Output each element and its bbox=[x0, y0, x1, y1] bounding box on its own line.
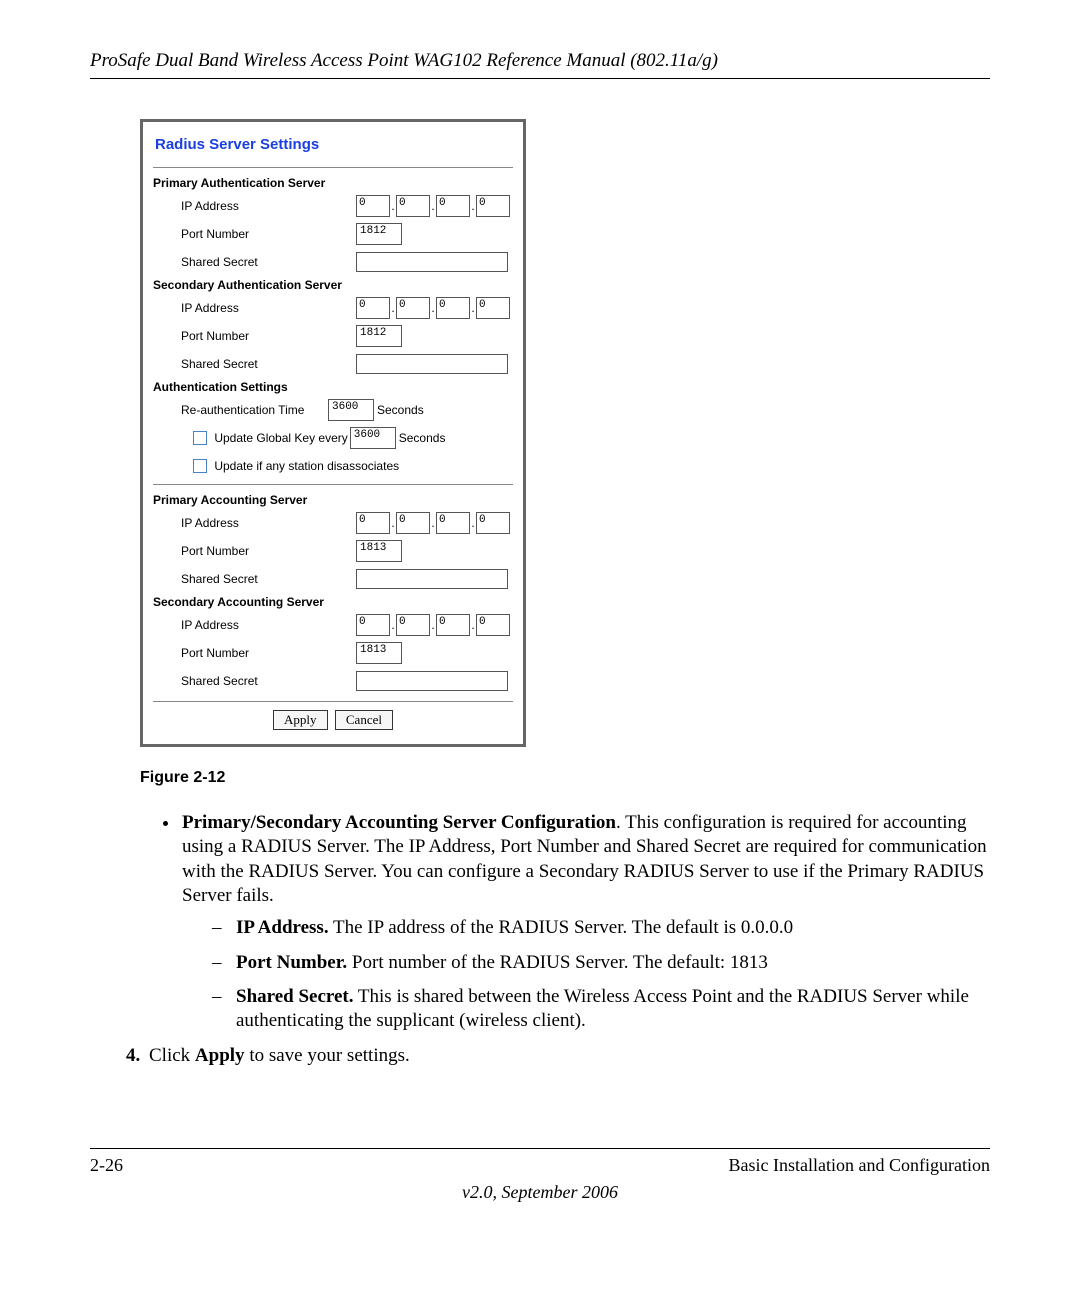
update-global-key-checkbox[interactable] bbox=[193, 431, 207, 445]
primary-acct-port-input[interactable]: 1813 bbox=[356, 540, 402, 562]
reauth-seconds-label: Seconds bbox=[377, 403, 424, 417]
update-disassoc-label: Update if any station disassociates bbox=[214, 459, 399, 473]
primary-acct-ip-octet-3[interactable]: 0 bbox=[436, 512, 470, 534]
cancel-button[interactable]: Cancel bbox=[335, 710, 393, 730]
secondary-auth-secret-input[interactable] bbox=[356, 354, 508, 374]
bullet-accounting-config: Primary/Secondary Accounting Server Conf… bbox=[180, 811, 990, 1034]
reauth-time-label: Re-authentication Time bbox=[181, 403, 328, 417]
secondary-acct-ip-octet-4[interactable]: 0 bbox=[476, 614, 510, 636]
primary-auth-heading: Primary Authentication Server bbox=[153, 176, 513, 190]
secondary-acct-secret-label: Shared Secret bbox=[153, 674, 356, 688]
secondary-auth-ip-octet-2[interactable]: 0 bbox=[396, 297, 430, 319]
sub-bullet-ip-address: IP Address. The IP address of the RADIUS… bbox=[212, 916, 990, 940]
secondary-auth-ip-label: IP Address bbox=[153, 301, 356, 315]
primary-acct-port-label: Port Number bbox=[153, 544, 356, 558]
step-4: Click Apply to save your settings. bbox=[145, 1044, 990, 1068]
panel-title: Radius Server Settings bbox=[155, 136, 513, 153]
primary-auth-ip-label: IP Address bbox=[153, 199, 356, 213]
secondary-auth-port-input[interactable]: 1812 bbox=[356, 325, 402, 347]
primary-auth-secret-input[interactable] bbox=[356, 252, 508, 272]
primary-acct-ip-label: IP Address bbox=[153, 516, 356, 530]
secondary-auth-ip-octet-3[interactable]: 0 bbox=[436, 297, 470, 319]
figure-caption: Figure 2-12 bbox=[140, 769, 990, 787]
primary-auth-port-label: Port Number bbox=[153, 227, 356, 241]
primary-acct-heading: Primary Accounting Server bbox=[153, 493, 513, 507]
secondary-auth-secret-label: Shared Secret bbox=[153, 357, 356, 371]
reauth-time-input[interactable]: 3600 bbox=[328, 399, 374, 421]
secondary-auth-ip-octet-4[interactable]: 0 bbox=[476, 297, 510, 319]
footer-version: v2.0, September 2006 bbox=[90, 1182, 990, 1203]
secondary-acct-secret-input[interactable] bbox=[356, 671, 508, 691]
primary-auth-secret-label: Shared Secret bbox=[153, 255, 356, 269]
secondary-acct-port-input[interactable]: 1813 bbox=[356, 642, 402, 664]
primary-auth-ip-octet-4[interactable]: 0 bbox=[476, 195, 510, 217]
secondary-auth-port-label: Port Number bbox=[153, 329, 356, 343]
update-global-key-seconds: Seconds bbox=[399, 431, 446, 445]
auth-settings-heading: Authentication Settings bbox=[153, 380, 513, 394]
radius-settings-panel: Radius Server Settings Primary Authentic… bbox=[140, 119, 526, 747]
primary-acct-secret-label: Shared Secret bbox=[153, 572, 356, 586]
secondary-acct-heading: Secondary Accounting Server bbox=[153, 595, 513, 609]
apply-button[interactable]: Apply bbox=[273, 710, 328, 730]
primary-auth-ip-octet-2[interactable]: 0 bbox=[396, 195, 430, 217]
update-global-key-input[interactable]: 3600 bbox=[350, 427, 396, 449]
page-header: ProSafe Dual Band Wireless Access Point … bbox=[90, 50, 990, 79]
primary-auth-ip-octet-1[interactable]: 0 bbox=[356, 195, 390, 217]
primary-auth-port-input[interactable]: 1812 bbox=[356, 223, 402, 245]
primary-acct-ip-octet-1[interactable]: 0 bbox=[356, 512, 390, 534]
primary-acct-ip-octet-4[interactable]: 0 bbox=[476, 512, 510, 534]
sub-bullet-shared-secret: Shared Secret. This is shared between th… bbox=[212, 985, 990, 1034]
primary-auth-ip-octet-3[interactable]: 0 bbox=[436, 195, 470, 217]
primary-acct-ip-octet-2[interactable]: 0 bbox=[396, 512, 430, 534]
page-footer: 2-26 Basic Installation and Configuratio… bbox=[90, 1148, 990, 1203]
update-global-key-label: Update Global Key every bbox=[214, 431, 347, 445]
secondary-acct-ip-octet-3[interactable]: 0 bbox=[436, 614, 470, 636]
secondary-acct-port-label: Port Number bbox=[153, 646, 356, 660]
update-disassoc-checkbox[interactable] bbox=[193, 459, 207, 473]
footer-page-number: 2-26 bbox=[90, 1155, 123, 1176]
secondary-acct-ip-octet-1[interactable]: 0 bbox=[356, 614, 390, 636]
secondary-auth-ip-octet-1[interactable]: 0 bbox=[356, 297, 390, 319]
primary-acct-secret-input[interactable] bbox=[356, 569, 508, 589]
secondary-acct-ip-octet-2[interactable]: 0 bbox=[396, 614, 430, 636]
footer-section: Basic Installation and Configuration bbox=[729, 1155, 990, 1176]
secondary-acct-ip-label: IP Address bbox=[153, 618, 356, 632]
sub-bullet-port-number: Port Number. Port number of the RADIUS S… bbox=[212, 951, 990, 975]
secondary-auth-heading: Secondary Authentication Server bbox=[153, 278, 513, 292]
